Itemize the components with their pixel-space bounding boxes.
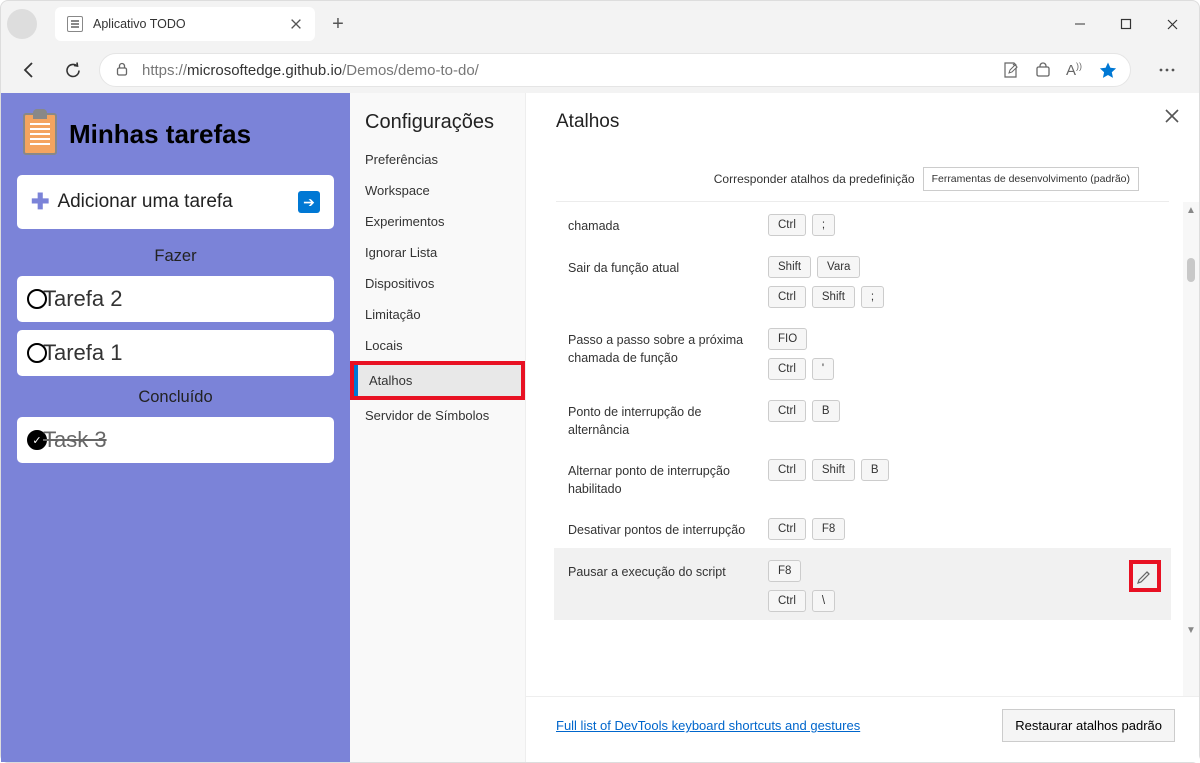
app-title: Minhas tarefas	[69, 119, 251, 150]
settings-item[interactable]: Experimentos	[350, 206, 525, 237]
shortcut-key: '	[812, 358, 834, 380]
task-item[interactable]: Tarefa 2	[17, 276, 334, 322]
pencil-icon	[1136, 567, 1154, 585]
shortcut-row: chamada Ctrl;	[554, 202, 1171, 244]
shortcut-key: F8	[812, 518, 845, 540]
shortcut-key: ;	[861, 286, 884, 308]
maximize-button[interactable]	[1103, 7, 1149, 41]
preset-label: Corresponder atalhos da predefinição	[714, 172, 915, 186]
shortcut-label: chamada	[568, 214, 758, 236]
shortcut-key: ;	[812, 214, 835, 236]
shortcut-key: Ctrl	[768, 358, 806, 380]
shortcut-key: \	[812, 590, 835, 612]
back-button[interactable]	[11, 52, 47, 88]
shortcut-label: Ponto de interrupção de alternância	[568, 400, 758, 439]
shortcut-key: Shift	[812, 459, 855, 481]
restore-defaults-button[interactable]: Restaurar atalhos padrão	[1002, 709, 1175, 742]
settings-title: Configurações	[350, 111, 525, 144]
plus-icon: ✚	[31, 189, 49, 215]
shortcuts-title: Atalhos	[556, 111, 1169, 133]
shortcut-key: F8	[768, 560, 801, 582]
settings-item[interactable]: Workspace	[350, 175, 525, 206]
url-text: https://microsoftedge.github.io/Demos/de…	[142, 62, 479, 79]
shortcut-key: Ctrl	[768, 518, 806, 540]
edit-shortcut-button[interactable]	[1129, 560, 1161, 592]
shortcut-key: Ctrl	[768, 214, 806, 236]
edit-page-icon[interactable]	[1002, 61, 1020, 79]
preset-dropdown[interactable]: Ferramentas de desenvolvimento (padrão)	[923, 167, 1139, 191]
minimize-button[interactable]	[1057, 7, 1103, 41]
shortcut-row: Alternar ponto de interrupção habilitado…	[554, 447, 1171, 506]
scrollbar[interactable]: ▲ ▼	[1183, 202, 1199, 696]
settings-item[interactable]: Preferências	[350, 144, 525, 175]
shortcut-label: Passo a passo sobre a próxima chamada de…	[568, 328, 758, 367]
browser-titlebar: Aplicativo TODO +	[1, 1, 1199, 47]
shortcut-key: Shift	[812, 286, 855, 308]
shortcut-row: Desativar pontos de interrupção Ctrl F8	[554, 506, 1171, 548]
full-list-link[interactable]: Full list of DevTools keyboard shortcuts…	[556, 718, 860, 733]
tab-title: Aplicativo TODO	[93, 17, 279, 31]
close-window-button[interactable]	[1149, 7, 1195, 41]
favorite-star-icon[interactable]	[1098, 61, 1116, 79]
shortcut-row: Sair da função atual Shift Vara Ctrl Shift;	[554, 244, 1171, 316]
shortcuts-panel: Atalhos Corresponder atalhos da predefin…	[526, 93, 1199, 762]
settings-item[interactable]: Ignorar Lista	[350, 237, 525, 268]
shortcut-key: FIO	[768, 328, 807, 350]
scroll-down-button[interactable]: ▼	[1183, 622, 1199, 638]
task-text: Tarefa 2	[43, 286, 123, 312]
add-task-button[interactable]: ✚ Adicionar uma tarefa ➔	[17, 175, 334, 229]
task-text: Tarefa 1	[43, 340, 123, 366]
clipboard-icon	[23, 113, 57, 155]
shortcut-label: Desativar pontos de interrupção	[568, 518, 758, 540]
settings-item[interactable]: Atalhos	[354, 365, 521, 396]
shortcut-label: Sair da função atual	[568, 256, 758, 278]
shortcut-row: Pausar a execução do script F8 Ctrl \	[554, 548, 1171, 620]
section-todo-label: Fazer	[17, 247, 334, 266]
more-menu-button[interactable]	[1149, 52, 1185, 88]
shortcut-key: Ctrl	[768, 590, 806, 612]
task-item-done[interactable]: ✓Task 3	[17, 417, 334, 463]
refresh-button[interactable]	[55, 52, 91, 88]
settings-item[interactable]: Servidor de Símbolos	[350, 400, 525, 431]
tab-favicon-icon	[67, 16, 83, 32]
shortcut-key: Ctrl	[768, 459, 806, 481]
scroll-up-button[interactable]: ▲	[1183, 202, 1199, 218]
shortcut-label: Pausar a execução do script	[568, 560, 758, 582]
close-settings-button[interactable]	[1163, 107, 1181, 125]
address-bar: https://microsoftedge.github.io/Demos/de…	[1, 47, 1199, 93]
task-text: Task 3	[43, 427, 107, 453]
shortcut-key: B	[812, 400, 840, 422]
window-controls	[1057, 7, 1195, 41]
shortcut-key: Ctrl	[768, 400, 806, 422]
settings-item[interactable]: Dispositivos	[350, 268, 525, 299]
browser-tab[interactable]: Aplicativo TODO	[55, 7, 315, 41]
section-done-label: Concluído	[17, 388, 334, 407]
url-box[interactable]: https://microsoftedge.github.io/Demos/de…	[99, 53, 1131, 87]
tasks-app-panel: Minhas tarefas ✚ Adicionar uma tarefa ➔ …	[1, 93, 350, 762]
shortcut-row: Ponto de interrupção de alternância Ctrl B	[554, 388, 1171, 447]
add-task-label: Adicionar uma tarefa	[57, 191, 232, 213]
scroll-thumb[interactable]	[1187, 258, 1195, 282]
settings-sidebar: Configurações PreferênciasWorkspaceExper…	[350, 93, 526, 762]
settings-item[interactable]: Limitação	[350, 299, 525, 330]
shortcut-key: Ctrl	[768, 286, 806, 308]
task-item[interactable]: Tarefa 1	[17, 330, 334, 376]
settings-item[interactable]: Locais	[350, 330, 525, 361]
shortcut-label: Alternar ponto de interrupção habilitado	[568, 459, 758, 498]
profile-avatar[interactable]	[7, 9, 37, 39]
shortcut-key: Vara	[817, 256, 860, 278]
close-tab-icon[interactable]	[289, 17, 303, 31]
shortcut-key: Shift	[768, 256, 811, 278]
read-aloud-icon[interactable]: A))	[1066, 61, 1084, 79]
lock-icon	[114, 61, 132, 79]
shortcut-key: B	[861, 459, 889, 481]
new-tab-button[interactable]: +	[323, 13, 353, 36]
submit-arrow-icon[interactable]: ➔	[298, 191, 320, 213]
shopping-icon[interactable]	[1034, 61, 1052, 79]
shortcut-row: Passo a passo sobre a próxima chamada de…	[554, 316, 1171, 388]
